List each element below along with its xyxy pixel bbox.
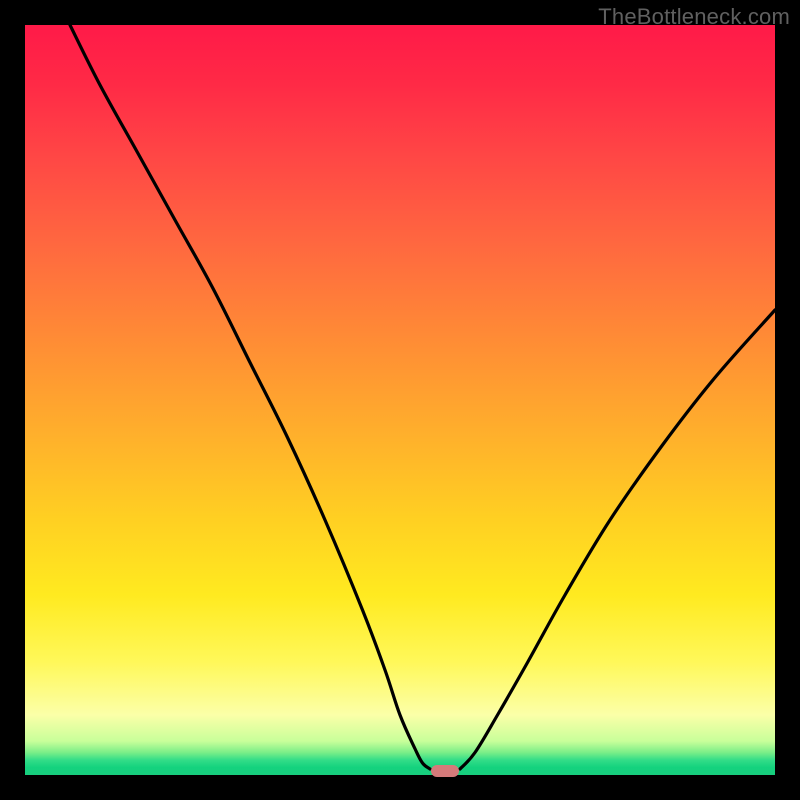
minimum-marker bbox=[431, 765, 459, 777]
plot-area bbox=[25, 25, 775, 775]
chart-frame: TheBottleneck.com bbox=[0, 0, 800, 800]
bottleneck-curve bbox=[25, 25, 775, 775]
watermark-label: TheBottleneck.com bbox=[598, 4, 790, 30]
curve-left-branch bbox=[70, 25, 430, 769]
curve-right-branch bbox=[460, 310, 775, 769]
